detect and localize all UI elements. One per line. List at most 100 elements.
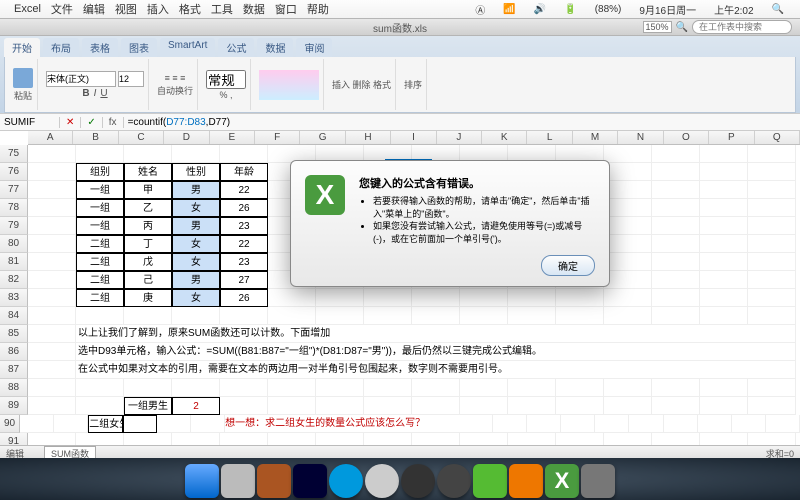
cell[interactable] bbox=[460, 379, 508, 397]
cell[interactable]: 戊 bbox=[124, 253, 172, 271]
cell[interactable] bbox=[652, 163, 700, 181]
col-N[interactable]: N bbox=[618, 131, 663, 144]
cell[interactable] bbox=[28, 325, 76, 343]
cell[interactable]: 丁 bbox=[124, 235, 172, 253]
cell[interactable] bbox=[172, 307, 220, 325]
styles-group[interactable] bbox=[255, 59, 324, 110]
cell[interactable] bbox=[508, 307, 556, 325]
tab-data[interactable]: 数据 bbox=[257, 38, 293, 57]
tab-tables[interactable]: 表格 bbox=[82, 38, 118, 57]
col-L[interactable]: L bbox=[527, 131, 572, 144]
sort-group[interactable]: 排序 bbox=[400, 59, 427, 110]
name-box[interactable]: SUMIF bbox=[0, 117, 60, 128]
cell[interactable] bbox=[748, 199, 796, 217]
cell[interactable] bbox=[748, 181, 796, 199]
cell[interactable] bbox=[732, 415, 766, 433]
cell[interactable] bbox=[698, 415, 732, 433]
cell[interactable] bbox=[508, 433, 556, 445]
cell[interactable] bbox=[460, 289, 508, 307]
cell[interactable] bbox=[652, 379, 700, 397]
app-icon-1[interactable] bbox=[329, 464, 363, 498]
photoshop-icon[interactable] bbox=[293, 464, 327, 498]
cell[interactable] bbox=[700, 253, 748, 271]
col-J[interactable]: J bbox=[437, 131, 482, 144]
menu-window[interactable]: 窗口 bbox=[275, 1, 297, 17]
cell[interactable] bbox=[604, 397, 652, 415]
row-83[interactable]: 83 bbox=[0, 289, 28, 307]
row-76[interactable]: 76 bbox=[0, 163, 28, 181]
cell[interactable]: 二组 bbox=[76, 289, 124, 307]
row-79[interactable]: 79 bbox=[0, 217, 28, 235]
cell[interactable] bbox=[460, 307, 508, 325]
ok-button[interactable]: 确定 bbox=[541, 255, 595, 276]
cell[interactable] bbox=[28, 235, 76, 253]
cell[interactable] bbox=[652, 145, 700, 163]
dictionary-icon[interactable] bbox=[257, 464, 291, 498]
cell[interactable]: 庚 bbox=[124, 289, 172, 307]
cell[interactable]: 一组 bbox=[76, 217, 124, 235]
cell[interactable] bbox=[124, 379, 172, 397]
cell[interactable] bbox=[629, 415, 663, 433]
col-D[interactable]: D bbox=[164, 131, 209, 144]
dock[interactable]: X bbox=[0, 458, 800, 500]
col-K[interactable]: K bbox=[482, 131, 527, 144]
tab-review[interactable]: 审阅 bbox=[296, 38, 332, 57]
col-C[interactable]: C bbox=[119, 131, 164, 144]
cell[interactable] bbox=[124, 307, 172, 325]
cell[interactable] bbox=[664, 415, 698, 433]
cell[interactable]: 男 bbox=[172, 217, 220, 235]
cell[interactable] bbox=[748, 163, 796, 181]
col-Q[interactable]: Q bbox=[755, 131, 800, 144]
cell[interactable] bbox=[604, 217, 652, 235]
row-82[interactable]: 82 bbox=[0, 271, 28, 289]
col-A[interactable]: A bbox=[28, 131, 73, 144]
cell[interactable] bbox=[76, 145, 124, 163]
cell[interactable] bbox=[748, 145, 796, 163]
tab-smartart[interactable]: SmartArt bbox=[160, 38, 215, 57]
cell[interactable] bbox=[172, 145, 220, 163]
search-input[interactable] bbox=[692, 20, 792, 34]
col-F[interactable]: F bbox=[255, 131, 300, 144]
cell[interactable] bbox=[604, 145, 652, 163]
cell[interactable] bbox=[28, 397, 76, 415]
cell[interactable] bbox=[220, 145, 268, 163]
cell[interactable] bbox=[652, 217, 700, 235]
cell[interactable] bbox=[748, 253, 796, 271]
cell[interactable]: 女 bbox=[172, 235, 220, 253]
trash-icon[interactable] bbox=[581, 464, 615, 498]
menu-insert[interactable]: 插入 bbox=[147, 1, 169, 17]
cell[interactable] bbox=[412, 307, 460, 325]
cell[interactable] bbox=[28, 217, 76, 235]
cell[interactable] bbox=[652, 433, 700, 445]
cell[interactable]: 23 bbox=[220, 253, 268, 271]
cell[interactable] bbox=[123, 415, 157, 433]
col-B[interactable]: B bbox=[73, 131, 118, 144]
cell[interactable] bbox=[28, 199, 76, 217]
col-M[interactable]: M bbox=[573, 131, 618, 144]
cell[interactable] bbox=[316, 397, 364, 415]
cell[interactable]: 二组女生 bbox=[88, 415, 122, 433]
cell[interactable] bbox=[316, 289, 364, 307]
tab-layout[interactable]: 布局 bbox=[43, 38, 79, 57]
row-89[interactable]: 89 bbox=[0, 397, 28, 415]
menu-view[interactable]: 视图 bbox=[115, 1, 137, 17]
row-77[interactable]: 77 bbox=[0, 181, 28, 199]
cell[interactable]: 22 bbox=[220, 181, 268, 199]
confirm-icon[interactable]: ✓ bbox=[81, 117, 102, 128]
col-P[interactable]: P bbox=[709, 131, 754, 144]
column-headers[interactable]: ABCDEFGHIJKLMNOPQ bbox=[28, 131, 800, 145]
cell[interactable]: 一组 bbox=[76, 181, 124, 199]
tab-formulas[interactable]: 公式 bbox=[218, 38, 254, 57]
cell[interactable] bbox=[652, 271, 700, 289]
cell[interactable]: 23 bbox=[220, 217, 268, 235]
cell[interactable] bbox=[556, 379, 604, 397]
cell[interactable] bbox=[556, 289, 604, 307]
cell[interactable] bbox=[364, 379, 412, 397]
cell[interactable] bbox=[316, 379, 364, 397]
tab-home[interactable]: 开始 bbox=[4, 38, 40, 57]
cell[interactable] bbox=[748, 217, 796, 235]
date[interactable]: 9月16日周一 bbox=[639, 2, 696, 17]
cell[interactable] bbox=[604, 379, 652, 397]
cell[interactable] bbox=[412, 397, 460, 415]
cell[interactable] bbox=[412, 289, 460, 307]
